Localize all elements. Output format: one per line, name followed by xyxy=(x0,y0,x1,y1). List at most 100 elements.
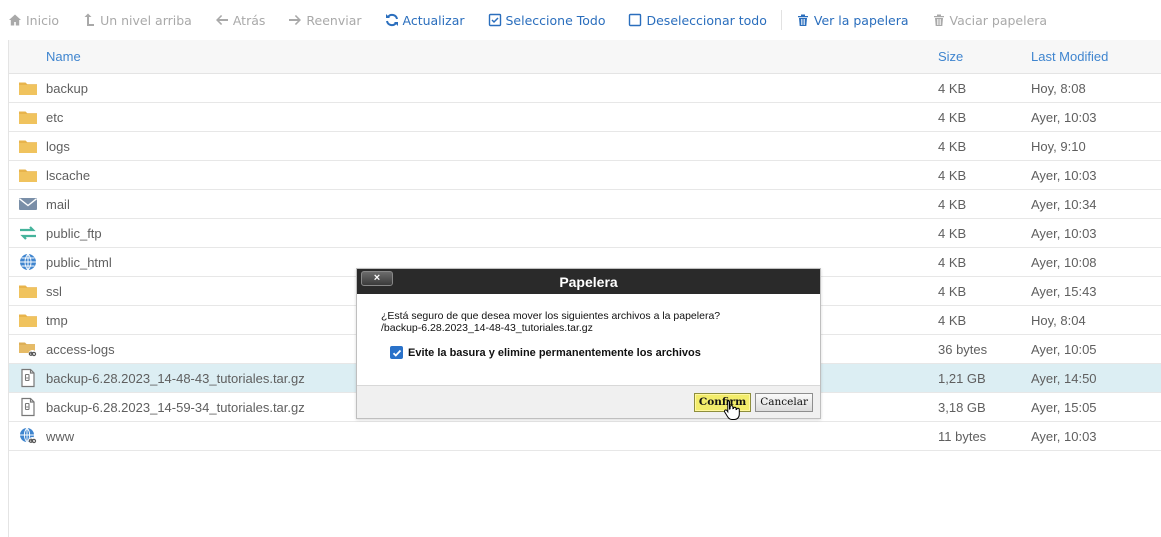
file-modified: Ayer, 15:05 xyxy=(1031,399,1097,415)
confirm-button[interactable]: Confirm xyxy=(693,392,752,412)
trash-dialog: × Papelera ¿Está seguro de que desea mov… xyxy=(356,268,821,419)
globe-icon xyxy=(19,253,36,271)
refresh-icon xyxy=(385,13,398,27)
home-button[interactable]: Inicio xyxy=(8,13,59,28)
folder-icon xyxy=(18,111,37,124)
trash-icon xyxy=(933,14,944,26)
file-size: 11 bytes xyxy=(938,428,987,444)
file-size: 4 KB xyxy=(938,109,967,125)
file-size: 4 KB xyxy=(938,196,967,212)
deselect-all-button[interactable]: Deseleccionar todo xyxy=(628,12,767,28)
close-icon: × xyxy=(373,272,381,284)
arrow-right-icon xyxy=(289,15,302,25)
dialog-title: Papelera xyxy=(559,273,618,290)
file-name[interactable]: mail xyxy=(46,197,938,212)
dialog-question: ¿Está seguro de que desea mover los sigu… xyxy=(381,310,721,322)
dialog-body: ¿Está seguro de que desea mover los sigu… xyxy=(357,294,820,386)
checkbox-checked-icon xyxy=(488,13,501,27)
row-icon-cell xyxy=(9,194,46,214)
row-icon-cell xyxy=(9,252,46,272)
table-row[interactable]: lscache 4 KB Ayer, 10:03 xyxy=(9,161,1161,190)
toolbar-divider xyxy=(780,10,782,30)
back-label: Atrás xyxy=(232,12,266,28)
mail-icon xyxy=(18,198,37,210)
home-label: Inicio xyxy=(26,12,60,28)
folder-icon xyxy=(18,285,37,298)
file-name[interactable]: etc xyxy=(46,110,938,125)
checkbox-empty-icon xyxy=(629,13,642,27)
permanent-delete-option[interactable]: Evite la basura y elimine permanentement… xyxy=(390,346,796,359)
row-icon-cell xyxy=(9,310,46,330)
row-icon-cell xyxy=(9,165,46,185)
up-level-label: Un nivel arriba xyxy=(100,12,192,28)
file-modified: Ayer, 10:08 xyxy=(1031,254,1097,270)
modified-column-header[interactable]: Last Modified xyxy=(1031,49,1161,64)
table-row[interactable]: mail 4 KB Ayer, 10:34 xyxy=(9,190,1161,219)
table-row[interactable]: www 11 bytes Ayer, 10:03 xyxy=(9,422,1161,451)
file-size: 4 KB xyxy=(938,138,967,154)
table-row[interactable]: backup 4 KB Hoy, 8:08 xyxy=(9,74,1161,103)
file-size: 4 KB xyxy=(938,254,967,270)
file-modified: Ayer, 10:03 xyxy=(1031,428,1097,444)
dialog-footer: Confirm Cancelar xyxy=(357,385,820,418)
file-size: 4 KB xyxy=(938,312,967,328)
toolbar: Inicio Un nivel arriba Atrás Reenviar Ac… xyxy=(8,6,1161,34)
name-column-header[interactable]: Name xyxy=(46,49,938,64)
empty-trash-label: Vaciar papelera xyxy=(949,12,1048,28)
file-name[interactable]: backup xyxy=(46,81,938,96)
row-icon-cell xyxy=(9,107,46,127)
up-level-button[interactable]: Un nivel arriba xyxy=(82,13,192,28)
forward-label: Reenviar xyxy=(306,12,362,28)
file-size: 1,21 GB xyxy=(938,370,986,386)
select-all-button[interactable]: Seleccione Todo xyxy=(488,13,605,28)
file-modified: Ayer, 10:03 xyxy=(1031,109,1097,125)
folder-icon xyxy=(18,314,37,327)
archive-file-icon xyxy=(20,397,35,417)
view-trash-label: Ver la papelera xyxy=(813,12,909,28)
file-modified: Hoy, 8:08 xyxy=(1031,80,1086,96)
file-name[interactable]: logs xyxy=(46,139,938,154)
table-row[interactable]: public_ftp 4 KB Ayer, 10:03 xyxy=(9,219,1161,248)
forward-button[interactable]: Reenviar xyxy=(288,12,362,28)
file-modified: Ayer, 10:34 xyxy=(1031,196,1097,212)
file-modified: Ayer, 10:05 xyxy=(1031,341,1097,357)
permanent-delete-checkbox[interactable] xyxy=(390,346,403,359)
folder-link-icon xyxy=(18,342,36,358)
file-modified: Ayer, 10:03 xyxy=(1031,167,1097,183)
size-column-header[interactable]: Size xyxy=(938,49,1031,64)
row-icon-cell xyxy=(9,426,46,446)
row-icon-cell xyxy=(9,223,46,243)
file-name[interactable]: lscache xyxy=(46,168,938,183)
row-icon-cell xyxy=(9,136,46,156)
folder-icon xyxy=(18,82,37,95)
back-button[interactable]: Atrás xyxy=(215,12,266,28)
folder-icon xyxy=(18,140,37,153)
row-icon-cell xyxy=(9,397,46,417)
row-icon-cell xyxy=(9,78,46,98)
home-icon xyxy=(9,14,21,26)
reload-button[interactable]: Actualizar xyxy=(385,13,465,28)
reload-label: Actualizar xyxy=(402,12,465,28)
table-header: Name Size Last Modified xyxy=(9,40,1161,74)
file-modified: Hoy, 8:04 xyxy=(1031,312,1086,328)
cancel-button[interactable]: Cancelar xyxy=(755,392,813,412)
permanent-delete-label: Evite la basura y elimine permanentement… xyxy=(408,346,701,359)
file-modified: Hoy, 9:10 xyxy=(1031,138,1086,154)
dialog-close-button[interactable]: × xyxy=(361,271,393,286)
level-up-icon xyxy=(84,13,95,26)
empty-trash-button[interactable]: Vaciar papelera xyxy=(932,12,1048,28)
transfer-icon xyxy=(19,226,36,240)
arrow-left-icon xyxy=(215,15,228,25)
folder-icon xyxy=(18,169,37,182)
checkmark-icon xyxy=(392,349,401,357)
view-trash-button[interactable]: Ver la papelera xyxy=(796,13,909,28)
file-modified: Ayer, 15:43 xyxy=(1031,283,1097,299)
trash-icon xyxy=(797,14,808,26)
table-row[interactable]: etc 4 KB Ayer, 10:03 xyxy=(9,103,1161,132)
file-name[interactable]: www xyxy=(46,429,938,444)
deselect-all-label: Deseleccionar todo xyxy=(646,12,767,28)
file-modified: Ayer, 10:03 xyxy=(1031,225,1097,241)
table-row[interactable]: logs 4 KB Hoy, 9:10 xyxy=(9,132,1161,161)
row-icon-cell xyxy=(9,368,46,388)
file-name[interactable]: public_ftp xyxy=(46,226,938,241)
